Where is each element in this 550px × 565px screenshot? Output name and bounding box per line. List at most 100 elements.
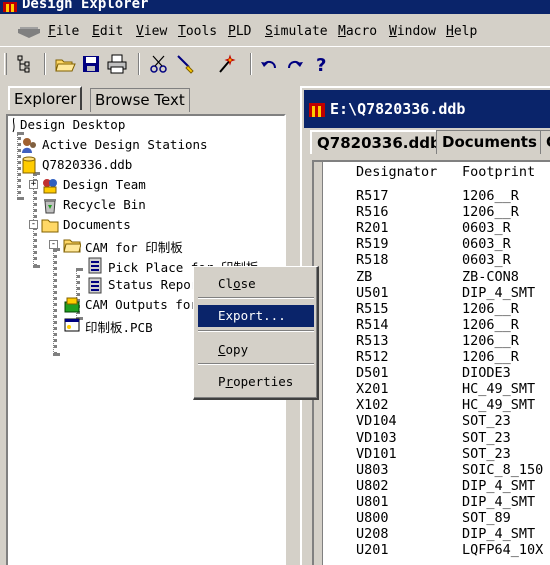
cell-designator[interactable]: R516	[356, 204, 389, 220]
cell-designator[interactable]: U803	[356, 462, 389, 478]
tree-expander-minus[interactable]: -	[49, 240, 58, 249]
cell-designator[interactable]: VD103	[356, 430, 397, 446]
cell-designator[interactable]: R519	[356, 236, 389, 252]
context-menu-separator	[198, 330, 314, 332]
column-header-footprint[interactable]: Footprint	[462, 164, 535, 180]
cell-footprint[interactable]: 1206__R	[462, 188, 519, 204]
cell-designator[interactable]: U800	[356, 510, 389, 526]
cell-designator[interactable]: VD104	[356, 413, 397, 429]
menu-tools[interactable]: Tools	[178, 24, 217, 39]
context-menu-export[interactable]: Export...	[198, 305, 314, 327]
help-icon[interactable]: ?	[310, 53, 332, 75]
save-icon[interactable]	[80, 53, 102, 75]
menu-window[interactable]: Window	[389, 24, 436, 39]
cell-footprint[interactable]: DIP_4_SMT	[462, 526, 535, 542]
svg-text:?: ?	[316, 55, 326, 75]
cell-footprint[interactable]: 1206__R	[462, 349, 519, 365]
toolbar: ?	[0, 46, 550, 80]
context-menu-separator	[198, 363, 314, 365]
document-title-bar[interactable]: E:\Q7820336.ddb	[304, 90, 550, 128]
context-menu-copy[interactable]: Copy	[198, 339, 314, 361]
tab-explorer[interactable]: Explorer	[8, 86, 83, 110]
title-bar[interactable]: Design Explorer	[0, 0, 550, 14]
cell-footprint[interactable]: 1206__R	[462, 204, 519, 220]
context-menu-properties[interactable]: Properties	[198, 371, 314, 393]
cell-designator[interactable]: R514	[356, 317, 389, 333]
cell-footprint[interactable]: DIP_4_SMT	[462, 478, 535, 494]
cell-designator[interactable]: U802	[356, 478, 389, 494]
cell-footprint[interactable]: SOT_23	[462, 430, 511, 446]
tree-expander-minus[interactable]: -	[29, 220, 38, 229]
menu-file[interactable]: File	[48, 24, 79, 39]
cell-designator[interactable]: VD101	[356, 446, 397, 462]
context-menu-separator	[198, 297, 314, 299]
cell-designator[interactable]: R512	[356, 349, 389, 365]
tab-cam[interactable]: C	[540, 130, 550, 154]
cell-footprint[interactable]: 0603_R	[462, 252, 511, 268]
column-header-designator[interactable]: Designator	[356, 164, 437, 180]
cell-footprint[interactable]: 1206__R	[462, 333, 519, 349]
cell-designator[interactable]: R515	[356, 301, 389, 317]
brush-icon[interactable]	[174, 53, 196, 75]
cell-footprint[interactable]: 0603_R	[462, 220, 511, 236]
cell-designator[interactable]: U801	[356, 494, 389, 510]
tree-item-label: Design Desktop	[20, 117, 126, 132]
toolbar-separator	[44, 53, 46, 75]
cell-designator[interactable]: X201	[356, 381, 389, 397]
tab-browse-text[interactable]: Browse Text	[90, 88, 190, 112]
redo-icon[interactable]	[284, 53, 306, 75]
cell-footprint[interactable]: DIODE3	[462, 365, 511, 381]
menu-pld[interactable]: PLD	[228, 24, 251, 39]
cell-designator[interactable]: R201	[356, 220, 389, 236]
scissors-icon[interactable]	[148, 53, 170, 75]
cell-footprint[interactable]: SOT_89	[462, 510, 511, 526]
cell-footprint[interactable]: DIP_4_SMT	[462, 494, 535, 510]
cell-footprint[interactable]: SOIC_8_150	[462, 462, 543, 478]
context-menu-close[interactable]: Close	[198, 273, 314, 295]
tab-documents[interactable]: Documents	[436, 130, 543, 154]
cell-designator[interactable]: R517	[356, 188, 389, 204]
pick-place-grid[interactable]: Designator Footprint R517 1206__R R516 1206…	[312, 160, 550, 565]
cell-designator[interactable]: U501	[356, 285, 389, 301]
cell-footprint[interactable]: SOT_23	[462, 446, 511, 462]
cell-designator[interactable]: X102	[356, 397, 389, 413]
menu-simulate[interactable]: Simulate	[265, 24, 328, 39]
cell-designator[interactable]: U208	[356, 526, 389, 542]
cell-designator[interactable]: R518	[356, 252, 389, 268]
cell-footprint[interactable]: 1206__R	[462, 317, 519, 333]
explorer-toggle-icon[interactable]	[14, 53, 36, 75]
tree-item-label: Documents	[63, 217, 131, 232]
pcb-icon	[64, 318, 80, 332]
recycle-bin-icon	[44, 199, 56, 214]
toolbar-grip[interactable]	[4, 53, 7, 75]
cell-footprint[interactable]: 0603_R	[462, 236, 511, 252]
tab-database[interactable]: Q7820336.ddb	[310, 130, 447, 154]
cell-designator[interactable]: ZB	[356, 269, 372, 285]
cell-footprint[interactable]: 1206__R	[462, 301, 519, 317]
cell-designator[interactable]: R513	[356, 333, 389, 349]
menu-view[interactable]: View	[136, 24, 167, 39]
undo-icon[interactable]	[258, 53, 280, 75]
open-folder-icon[interactable]	[54, 53, 76, 75]
folder-open-icon	[63, 239, 81, 253]
cell-footprint[interactable]: DIP_4_SMT	[462, 285, 535, 301]
cell-footprint[interactable]: HC_49_SMT	[462, 397, 535, 413]
cell-footprint[interactable]: SOT_23	[462, 413, 511, 429]
cell-designator[interactable]: U201	[356, 542, 389, 558]
cell-footprint[interactable]: ZB-CON8	[462, 269, 519, 285]
print-icon[interactable]	[106, 53, 128, 75]
stations-icon	[22, 138, 36, 153]
tree-item-label: Q7820336.ddb	[42, 157, 133, 172]
menu-edit[interactable]: Edit	[92, 24, 123, 39]
cell-footprint[interactable]: LQFP64_10X	[462, 542, 543, 558]
tree-expander-plus[interactable]: +	[29, 180, 38, 189]
magic-wand-icon[interactable]	[216, 53, 238, 75]
cell-footprint[interactable]: HC_49_SMT	[462, 381, 535, 397]
system-menu-arrow-icon[interactable]	[14, 23, 44, 41]
menu-help[interactable]: Help	[446, 24, 477, 39]
tree-item-label: Design Team	[63, 177, 146, 192]
cell-designator[interactable]: D501	[356, 365, 389, 381]
tree-item-label: CAM for 印制板	[85, 240, 183, 255]
menu-macro[interactable]: Macro	[338, 24, 377, 39]
context-menu-close-label: Close	[218, 276, 256, 291]
